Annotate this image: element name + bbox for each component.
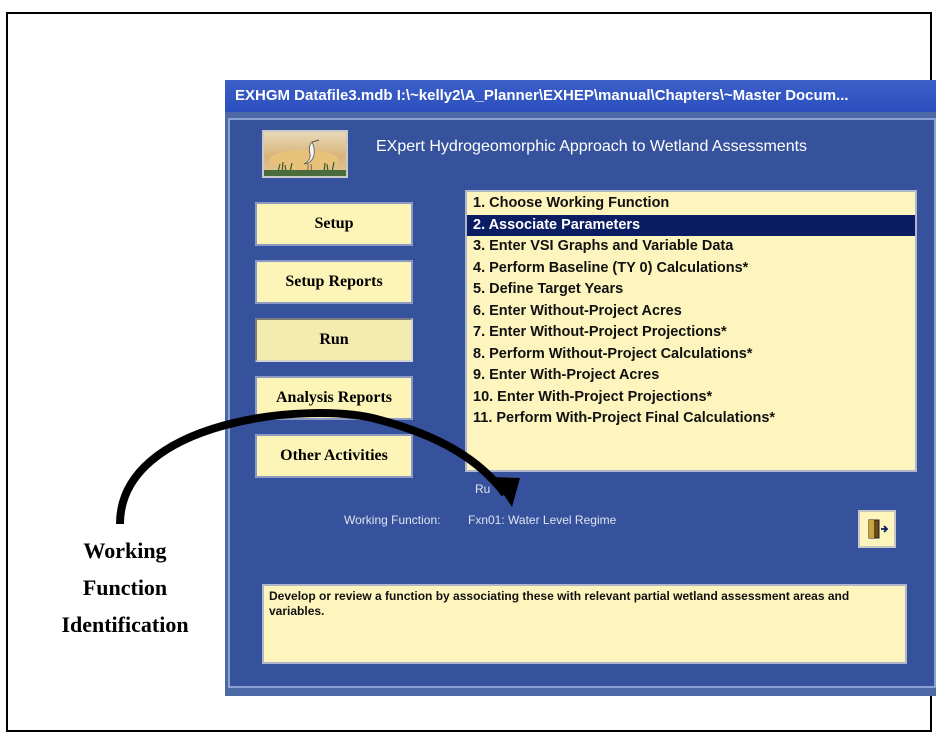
list-item[interactable]: 5. Define Target Years <box>467 279 915 301</box>
list-item[interactable]: 7. Enter Without-Project Projections* <box>467 322 915 344</box>
list-item-selected[interactable]: 2. Associate Parameters <box>467 214 915 236</box>
working-function-label: Working Function: <box>344 513 441 527</box>
run-steps-list[interactable]: 1. Choose Working Function 2. Associate … <box>465 190 917 472</box>
list-item[interactable]: 10. Enter With-Project Projections* <box>467 387 915 409</box>
other-activities-button[interactable]: Other Activities <box>255 434 413 478</box>
setup-button[interactable]: Setup <box>255 202 413 246</box>
list-item[interactable]: 3. Enter VSI Graphs and Variable Data <box>467 236 915 258</box>
exit-button[interactable] <box>858 510 896 548</box>
list-item[interactable]: 6. Enter Without-Project Acres <box>467 301 915 323</box>
working-function-value: Fxn01: Water Level Regime <box>468 513 617 527</box>
list-item[interactable]: 9. Enter With-Project Acres <box>467 365 915 387</box>
callout-line: Working <box>83 538 167 563</box>
callout-line: Identification <box>61 612 189 637</box>
heron-wetland-logo-icon <box>262 130 348 178</box>
callout-label: Working Function Identification <box>30 532 220 643</box>
window-title-bar[interactable]: EXHGM Datafile3.mdb I:\~kelly2\A_Planner… <box>225 80 936 112</box>
list-item[interactable]: 4. Perform Baseline (TY 0) Calculations* <box>467 258 915 280</box>
exit-door-icon <box>868 519 889 539</box>
list-item[interactable]: 11. Perform With-Project Final Calculati… <box>467 408 915 430</box>
description-box: Develop or review a function by associat… <box>262 584 907 664</box>
run-button[interactable]: Run <box>255 318 413 362</box>
analysis-reports-button[interactable]: Analysis Reports <box>255 376 413 420</box>
main-panel: EXpert Hydrogeomorphic Approach to Wetla… <box>228 118 936 688</box>
callout-line: Function <box>82 575 168 600</box>
run-caption: Ru <box>475 482 491 496</box>
setup-reports-button[interactable]: Setup Reports <box>255 260 413 304</box>
application-window: EXHGM Datafile3.mdb I:\~kelly2\A_Planner… <box>225 80 936 696</box>
list-item[interactable]: 8. Perform Without-Project Calculations* <box>467 344 915 366</box>
list-item[interactable]: 1. Choose Working Function <box>467 193 915 215</box>
app-heading: EXpert Hydrogeomorphic Approach to Wetla… <box>376 138 808 155</box>
